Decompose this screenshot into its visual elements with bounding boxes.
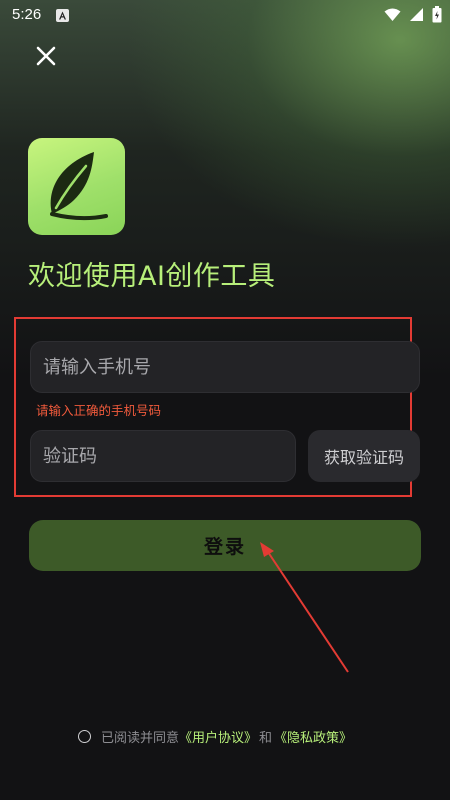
login-button[interactable]: 登录 bbox=[29, 520, 421, 571]
user-agreement-link[interactable]: 《用户协议》 bbox=[179, 727, 257, 746]
get-code-button[interactable]: 获取验证码 bbox=[308, 430, 420, 482]
app-notification-icon bbox=[56, 9, 69, 22]
agreement-row: 已阅读并同意 《用户协议》 和 《隐私政策》 bbox=[78, 727, 352, 746]
privacy-policy-link[interactable]: 《隐私政策》 bbox=[274, 727, 352, 746]
welcome-title: 欢迎使用AI创作工具 bbox=[28, 261, 276, 292]
agree-radio[interactable] bbox=[78, 730, 91, 743]
close-button[interactable] bbox=[30, 40, 62, 72]
phone-error-text: 请输入正确的手机号码 bbox=[36, 403, 162, 418]
agreement-conjunction: 和 bbox=[259, 731, 273, 746]
leaf-icon bbox=[50, 152, 108, 221]
verification-code-input[interactable] bbox=[30, 430, 296, 482]
status-time: 5:26 bbox=[12, 6, 42, 23]
phone-input[interactable] bbox=[30, 341, 420, 393]
close-icon bbox=[36, 46, 56, 66]
status-icons bbox=[384, 6, 442, 27]
app-logo bbox=[28, 138, 125, 235]
status-bar: 5:26 bbox=[0, 0, 450, 32]
wifi-icon bbox=[384, 7, 401, 26]
agreement-prefix: 已阅读并同意 bbox=[101, 731, 180, 746]
battery-icon bbox=[432, 6, 442, 27]
signal-icon bbox=[409, 7, 424, 26]
